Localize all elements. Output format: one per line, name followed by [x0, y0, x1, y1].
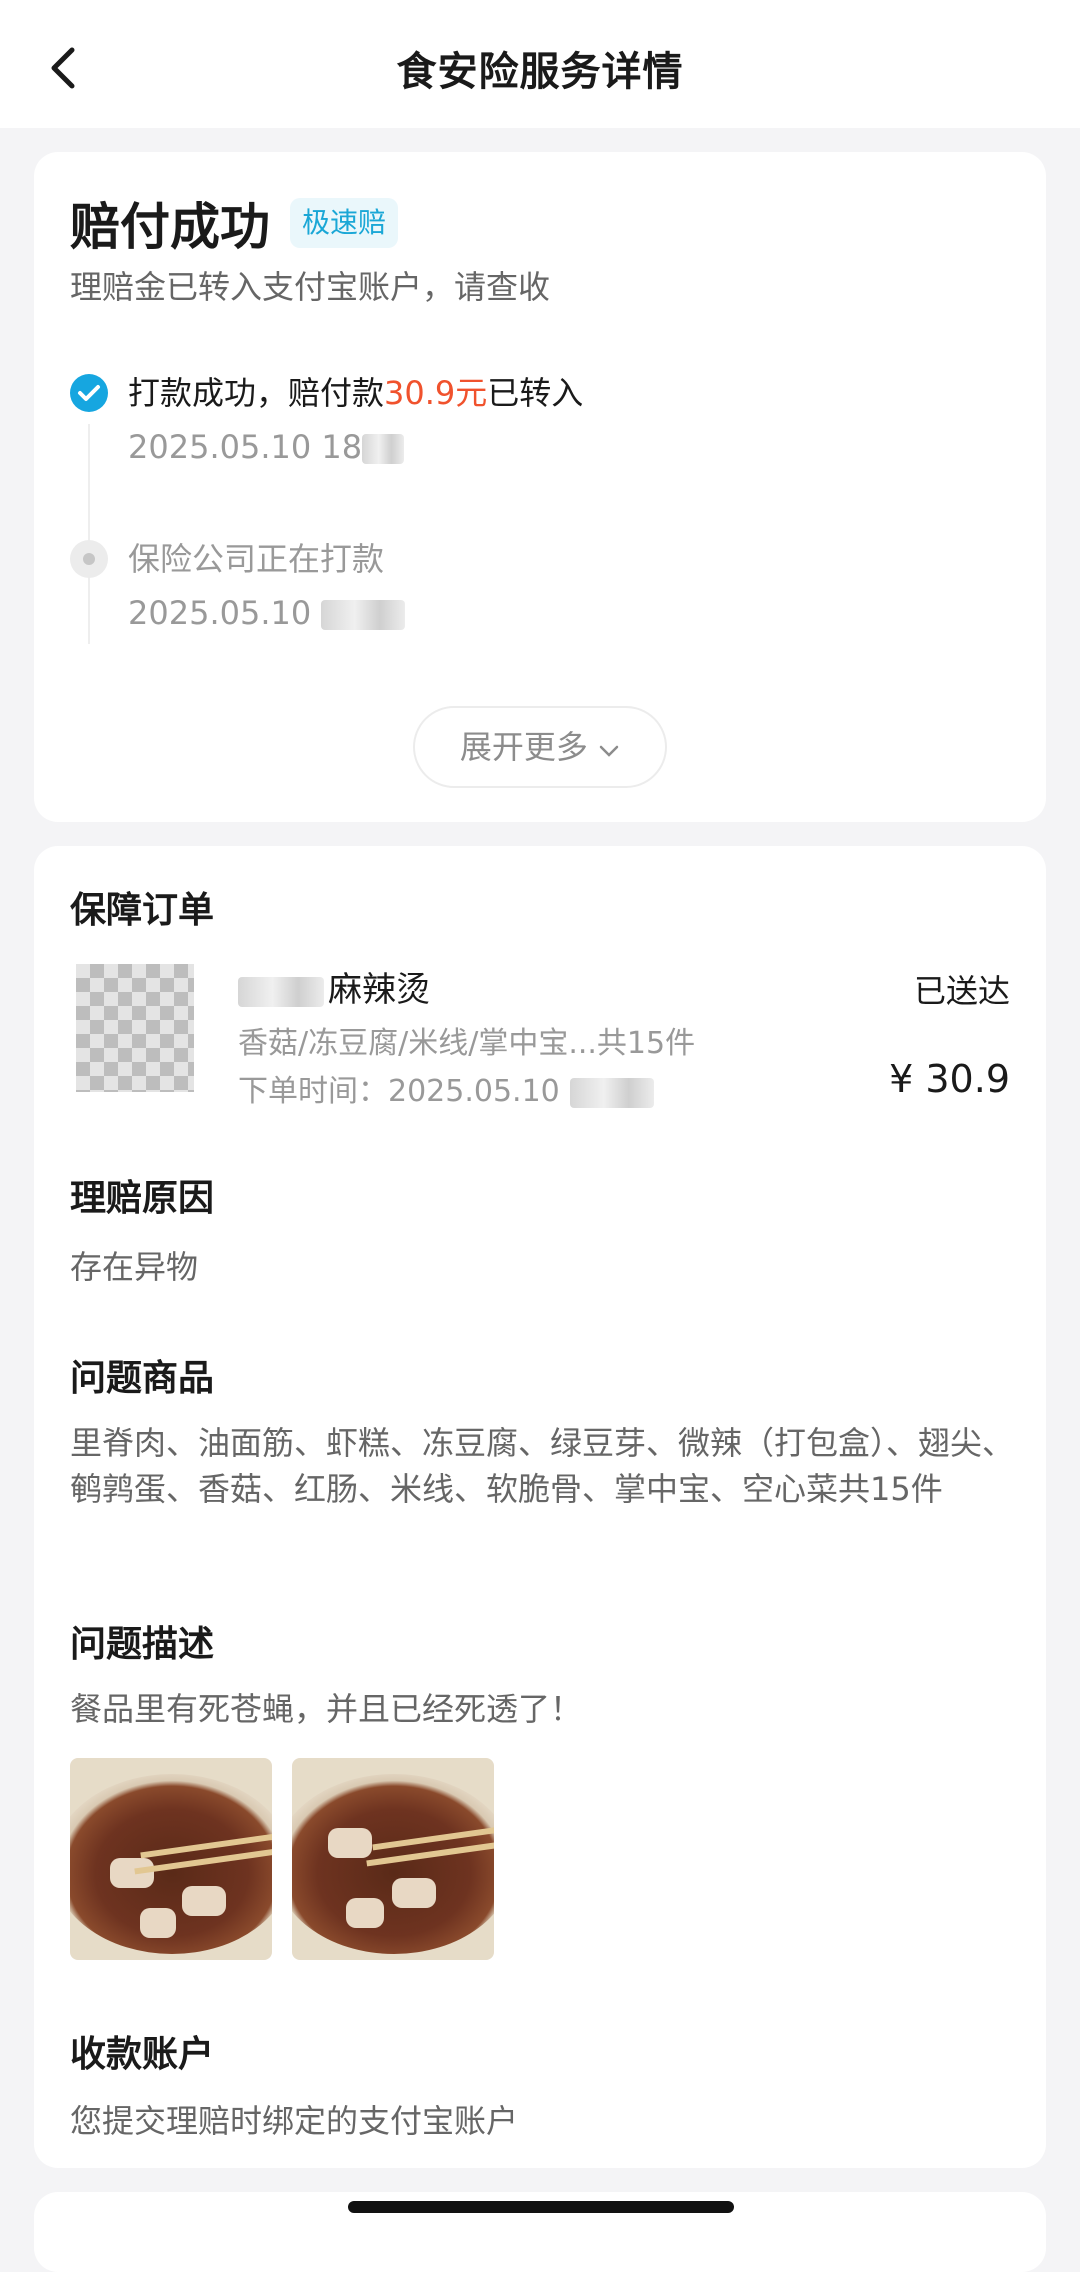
timeline-time-text: 2025.05.10: [128, 594, 312, 632]
redacted-blur: [321, 600, 406, 630]
expand-more-label: 展开更多: [459, 728, 588, 766]
food-piece: [346, 1898, 384, 1928]
status-title: 赔付成功: [70, 198, 270, 256]
order-section-title: 保障订单: [70, 890, 215, 931]
redacted-blur: [362, 434, 405, 464]
redacted-blur: [569, 1077, 654, 1108]
timeline-step-prefix: 打款成功，赔付款: [128, 374, 385, 412]
top-nav-bar: 食安险服务详情: [0, 0, 1080, 128]
claim-status-card: 赔付成功 极速赔 理赔金已转入支付宝账户，请查收 打款成功，赔付款30.9元已转…: [34, 152, 1046, 822]
food-piece: [328, 1828, 372, 1858]
description-title: 问题描述: [70, 1624, 215, 1665]
timeline-step-paying: 保险公司正在打款: [128, 540, 385, 578]
expand-more-button[interactable]: 展开更多: [413, 706, 667, 788]
timeline-step-paid: 打款成功，赔付款30.9元已转入: [128, 370, 583, 416]
order-time-value: 2025.05.10: [388, 1074, 560, 1109]
reason-value: 存在异物: [70, 1248, 199, 1286]
shop-thumbnail: [76, 964, 194, 1092]
order-price: ¥ 30.9: [889, 1057, 1010, 1101]
reason-title: 理赔原因: [70, 1178, 215, 1219]
home-indicator[interactable]: [348, 2201, 734, 2213]
chevron-down-icon: [599, 745, 619, 757]
shop-name[interactable]: 麻辣烫: [238, 966, 430, 1014]
food-piece: [392, 1878, 436, 1908]
timeline-step-time: 2025.05.10: [128, 590, 406, 636]
evidence-photo[interactable]: [70, 1758, 272, 1960]
claim-detail-card: 保障订单 麻辣烫 香菇/冻豆腐/米线/掌中宝...共15件 下单时间：2025.…: [34, 846, 1046, 2168]
goods-value: 里脊肉、油面筋、虾糕、冻豆腐、绿豆芽、微辣（打包盒）、翅尖、鹌鹑蛋、香菇、红肠、…: [70, 1424, 1015, 1508]
food-piece: [140, 1908, 176, 1938]
payout-amount: 30.9元: [384, 374, 488, 412]
order-time: 下单时间：2025.05.10: [238, 1070, 654, 1114]
order-items: 香菇/冻豆腐/米线/掌中宝...共15件: [238, 1026, 696, 1061]
status-subtitle: 理赔金已转入支付宝账户，请查收: [70, 268, 551, 306]
timeline-line: [88, 424, 90, 644]
timeline-step-time: 2025.05.10 18: [128, 424, 405, 470]
account-value: 您提交理赔时绑定的支付宝账户: [70, 2102, 519, 2140]
shop-name-text: 麻辣烫: [328, 970, 430, 1010]
pending-dot-icon: [70, 540, 108, 578]
food-piece: [182, 1886, 226, 1916]
delivery-status: 已送达: [913, 972, 1010, 1010]
page-title: 食安险服务详情: [396, 49, 684, 95]
fast-claim-badge: 极速赔: [290, 198, 399, 248]
goods-title: 问题商品: [70, 1358, 215, 1399]
bowl-shape: [292, 1774, 494, 1954]
order-time-label: 下单时间：: [238, 1074, 388, 1109]
timeline-time-text: 2025.05.10 18: [128, 428, 363, 466]
food-piece: [110, 1858, 154, 1888]
timeline-step-suffix: 已转入: [487, 374, 584, 412]
description-value: 餐品里有死苍蝇，并且已经死透了！: [70, 1690, 583, 1728]
redacted-blur: [238, 976, 324, 1007]
evidence-photo[interactable]: [292, 1758, 494, 1960]
check-circle-icon: [70, 374, 108, 412]
account-title: 收款账户: [70, 2034, 215, 2075]
